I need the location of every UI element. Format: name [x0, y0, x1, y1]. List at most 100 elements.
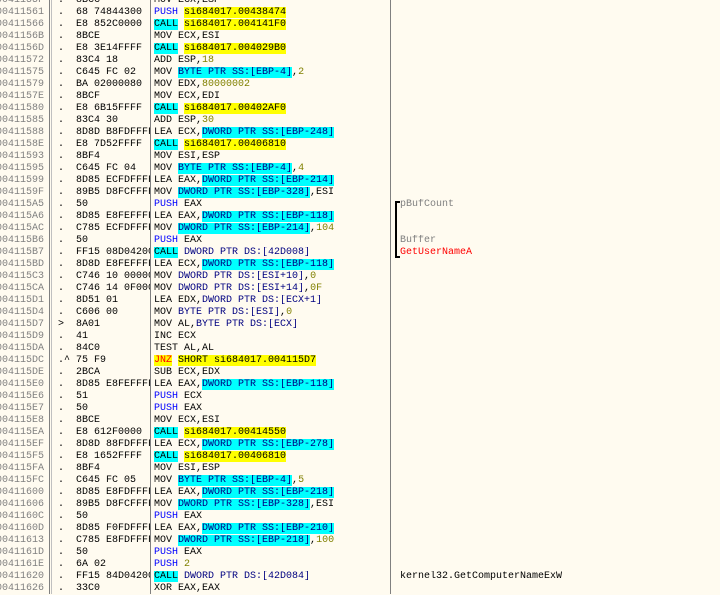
disasm-row[interactable]: 00411593. 8BF4 MOV ESI,ESP	[0, 151, 720, 163]
disasm-row[interactable]: 004115B6. 50 PUSH EAX Buffer	[0, 235, 720, 247]
instruction-token: SHORT si684017.004115D7	[178, 355, 317, 366]
disasm-row[interactable]: 0041158E. E8 7D52FFFF CALL si684017.004068…	[0, 139, 720, 151]
hex-dump: 41	[76, 331, 89, 342]
instruction-token: si684017.00402AF0	[184, 103, 287, 114]
disasm-row[interactable]: 004115E7. 50 PUSH EAX	[0, 403, 720, 415]
disasm-row[interactable]: 004115E8. 8BCE MOV ECX,ESI	[0, 415, 720, 427]
instruction: MOV ESI,ESP	[154, 151, 390, 163]
flow-marker: .	[58, 415, 65, 426]
hex-dump: 50	[76, 235, 89, 246]
disasm-row[interactable]: 004115DE. 2BCA SUB ECX,EDX	[0, 367, 720, 379]
instruction: CALL si684017.00406810	[154, 139, 390, 151]
flow-marker: .	[58, 0, 65, 6]
disasm-row[interactable]: 00411566. E8 852C0000 CALL si684017.004141…	[0, 19, 720, 31]
disasm-row[interactable]: 004115D4. C606 00 MOV BYTE PTR DS:[ESI],0	[0, 307, 720, 319]
disasm-row[interactable]: 00411579. BA 02000080 MOV EDX,80000002	[0, 79, 720, 91]
disasm-row[interactable]: 004115D9. 41 INC ECX	[0, 331, 720, 343]
address: 00411579	[0, 79, 45, 90]
hex-dump: E8 6B15FFFF	[76, 103, 143, 114]
disasm-row[interactable]: 00411588. 8D8D B8FDFFFF LEA ECX,DWORD PTR …	[0, 127, 720, 139]
disasm-row[interactable]: 004115FA. 8BF4 MOV ESI,ESP	[0, 463, 720, 475]
disasm-row[interactable]: 00411572. 83C4 18 ADD ESP,18	[0, 55, 720, 67]
disasm-row[interactable]: 0041161E. 6A 02 PUSH 2	[0, 559, 720, 571]
flow-marker: .	[58, 295, 65, 306]
disasm-row[interactable]: 00411580. E8 6B15FFFF CALL si684017.00402A…	[0, 103, 720, 115]
disasm-row[interactable]: 004115D1. 8D51 01 LEA EDX,DWORD PTR DS:[EC…	[0, 295, 720, 307]
disasm-row[interactable]: 00411599. 8D85 ECFDFFFF LEA EAX,DWORD PTR …	[0, 175, 720, 187]
instruction-token: 5	[298, 475, 305, 486]
flow-marker: .	[58, 331, 65, 342]
instruction-token: MOV	[154, 187, 179, 198]
disasm-row[interactable]: 004115DA. 84C0 TEST AL,AL	[0, 343, 720, 355]
hex-dump: C746 10 00000000	[76, 271, 150, 282]
disasm-row[interactable]: 00411606. 89B5 D8FCFFFF MOV DWORD PTR SS:[…	[0, 499, 720, 511]
instruction-token: MOV ECX,ESI	[154, 415, 221, 426]
disasm-row[interactable]: 004115AC. C785 ECFDFFFF MOV DWORD PTR SS:[…	[0, 223, 720, 235]
instruction-token: MOV	[154, 475, 179, 486]
disasm-row[interactable]: 004115A6. 8D85 E8FEFFFF LEA EAX,DWORD PTR …	[0, 211, 720, 223]
disasm-row[interactable]: 004115E0. 8D85 E8FEFFFF LEA EAX,DWORD PTR …	[0, 379, 720, 391]
disasm-row[interactable]: 0041161D. 50 PUSH EAX	[0, 547, 720, 559]
disasm-row[interactable]: 004115FC. C645 FC 05 MOV BYTE PTR SS:[EBP-…	[0, 475, 720, 487]
instruction-token: PUSH	[154, 559, 179, 570]
hex-dump: C746 14 0F000000	[76, 283, 150, 294]
instruction-token: DWORD PTR SS:[EBP-218]	[178, 535, 311, 546]
instruction: MOV ECX,ESP	[154, 0, 390, 7]
instruction-token: DWORD PTR SS:[EBP-218]	[202, 487, 335, 498]
disasm-row[interactable]: 004115F5. E8 1652FFFF CALL si684017.004068…	[0, 451, 720, 463]
disasm-row[interactable]: 004115EF. 8D8D 88FDFFFF LEA ECX,DWORD PTR …	[0, 439, 720, 451]
instruction-token: BYTE PTR DS:[ECX]	[196, 319, 299, 330]
disasm-row[interactable]: 004115D7 >8A01 MOV AL,BYTE PTR DS:[ECX]	[0, 319, 720, 331]
instruction-token: SUB ECX,EDX	[154, 367, 221, 378]
disasm-row[interactable]: 0041155F. 8BCC MOV ECX,ESP	[0, 0, 720, 7]
disasm-row[interactable]: 004115BD. 8D8D E8FEFFFF LEA ECX,DWORD PTR …	[0, 259, 720, 271]
disasm-row[interactable]: 004115CA. C746 14 0F000000 MOV DWORD PTR D…	[0, 283, 720, 295]
disasm-row[interactable]: 00411626. 33C0 XOR EAX,EAX	[0, 583, 720, 595]
hex-dump: E8 852C0000	[76, 19, 143, 30]
disasm-row[interactable]: 00411595. C645 FC 04 MOV BYTE PTR SS:[EBP-…	[0, 163, 720, 175]
disasm-row[interactable]: 00411620. FF15 84D04200 CALL DWORD PTR DS:…	[0, 571, 720, 583]
disasm-row[interactable]: 004115EA. E8 612F0000 CALL si684017.004145…	[0, 427, 720, 439]
disasm-row[interactable]: 00411600. 8D85 E8FDFFFF LEA EAX,DWORD PTR …	[0, 487, 720, 499]
instruction-token: MOV ECX,EDI	[154, 91, 221, 102]
hex-dump: 6A 02	[76, 559, 107, 570]
instruction: MOV DWORD PTR DS:[ESI+10],0	[154, 271, 390, 283]
hex-dump: E8 1652FFFF	[76, 451, 143, 462]
instruction-token: DWORD PTR SS:[EBP-278]	[202, 439, 335, 450]
hex-dump: 8D85 E8FEFFFF	[76, 211, 150, 222]
instruction: MOV DWORD PTR SS:[EBP-328],ESI	[154, 499, 390, 511]
hex-dump: 8D85 F0FDFFFF	[76, 523, 150, 534]
disasm-row[interactable]: 0041156D. E8 3E14FFFF CALL si684017.004029…	[0, 43, 720, 55]
disasm-row[interactable]: 0041159F. 89B5 D8FCFFFF MOV DWORD PTR SS:[…	[0, 187, 720, 199]
disasm-row[interactable]: 00411575. C645 FC 02 MOV BYTE PTR SS:[EBP-…	[0, 67, 720, 79]
disasm-row[interactable]: 004115DC .^ 75 F9 JNZ SHORT si684017.004115…	[0, 355, 720, 367]
hex-dump: 83C4 18	[76, 55, 119, 66]
instruction: MOV BYTE PTR DS:[ESI],0	[154, 307, 390, 319]
address: 00411561	[0, 7, 45, 18]
instruction-token: DWORD PTR DS:[42D084]	[184, 571, 311, 582]
flow-marker: .^	[58, 355, 71, 366]
flow-marker: .	[58, 211, 65, 222]
hex-dump: 84C0	[76, 343, 101, 354]
instruction-token: si684017.00406810	[184, 139, 287, 150]
address: 0041156D	[0, 43, 45, 54]
hex-dump: 8BCF	[76, 91, 101, 102]
instruction-token: MOV ESI,ESP	[154, 463, 221, 474]
instruction-token: EAX	[178, 235, 203, 246]
disasm-row[interactable]: 004115A5. 50 PUSH EAX pBufCount	[0, 199, 720, 211]
hex-dump: 50	[76, 511, 89, 522]
disasm-row[interactable]: 0041157E. 8BCF MOV ECX,EDI	[0, 91, 720, 103]
disasm-row[interactable]: 004115E6. 51 PUSH ECX	[0, 391, 720, 403]
flow-marker: .	[58, 379, 65, 390]
instruction-token: CALL	[154, 571, 179, 582]
instruction-token: DWORD PTR SS:[EBP-214]	[178, 223, 311, 234]
disasm-row[interactable]: 0041160D. 8D85 F0FDFFFF LEA EAX,DWORD PTR …	[0, 523, 720, 535]
disasm-row[interactable]: 0041156B. 8BCE MOV ECX,ESI	[0, 31, 720, 43]
disasm-row[interactable]: 004115C3. C746 10 00000000 MOV DWORD PTR D…	[0, 271, 720, 283]
disasm-row[interactable]: 00411561. 68 74844300 PUSH si684017.004384…	[0, 7, 720, 19]
disasm-row[interactable]: 0041160C. 50 PUSH EAX	[0, 511, 720, 523]
disasm-row[interactable]: 004115B7. FF15 08D04200 CALL DWORD PTR DS:…	[0, 247, 720, 259]
disasm-row[interactable]: 00411585. 83C4 30 ADD ESP,30	[0, 115, 720, 127]
disasm-row[interactable]: 00411613. C785 E8FDFFFF MOV DWORD PTR SS:[…	[0, 535, 720, 547]
flow-marker: .	[58, 151, 65, 162]
